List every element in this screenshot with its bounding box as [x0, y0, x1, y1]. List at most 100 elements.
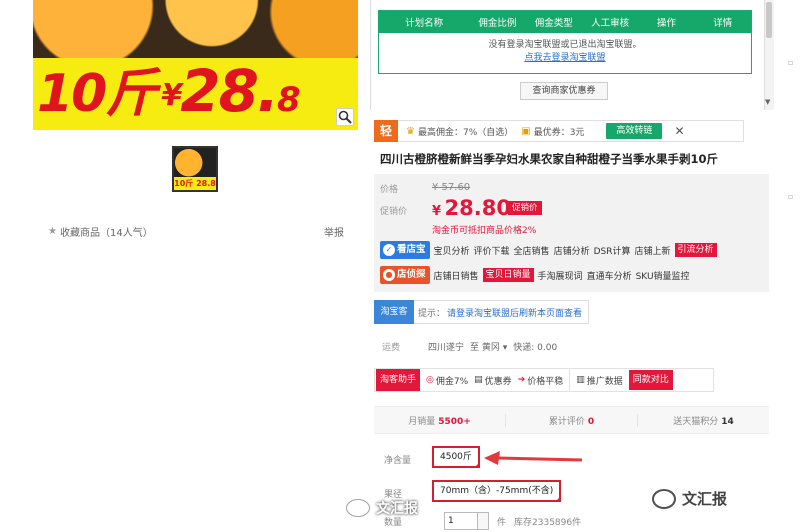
header-commission-type: 佣金类型: [534, 18, 573, 29]
page-right-edge: ▫ ▫: [780, 0, 800, 532]
selected-tick-icon: [555, 496, 562, 502]
arrow-right-icon: ➔: [517, 375, 526, 385]
net-weight-label: 净含量: [384, 456, 412, 466]
selected-tick-icon: [473, 462, 480, 468]
quantity-stepper[interactable]: [477, 512, 490, 530]
tool-review-download[interactable]: 评价下载: [474, 244, 510, 257]
kandianbao-badge[interactable]: ✓ 看店宝: [380, 241, 430, 259]
tool-sku-monitor[interactable]: SKU销量监控: [636, 269, 690, 282]
coupon-small-icon: ▤: [474, 375, 483, 385]
diandetective-label: 店侦探: [397, 269, 426, 280]
header-manual-review: 人工审核: [591, 18, 630, 29]
highest-commission: ♛ 最高佣金：7%（自选）: [406, 125, 513, 138]
product-thumbnail[interactable]: 10斤 28.8: [172, 146, 218, 192]
product-main-image[interactable]: 10斤 ¥28.8: [33, 0, 358, 130]
weibo-watermark: 文汇报: [346, 498, 418, 518]
promo-tag: 促销价: [508, 201, 542, 215]
commission-bar: 轻 ♛ 最高佣金：7%（自选） ▣ 最优券：3元 高效转链 ✕: [374, 120, 744, 142]
tool-shop-sales[interactable]: 全店销售: [514, 244, 550, 257]
login-alliance-link[interactable]: 点我去登录淘宝联盟: [379, 52, 751, 65]
tool-shop-daily-sales[interactable]: 店铺日销售: [434, 269, 479, 282]
promo-price-big: 28.: [180, 57, 279, 125]
stock-count: 库存2335896件: [514, 517, 582, 528]
fruit-size-value: 70mm（含）-75mm(不含): [440, 486, 554, 496]
quantity-unit: 件: [497, 517, 507, 528]
monthly-sales: 月销量 5500+: [374, 413, 506, 427]
thumbnail-caption: 10斤 28.8: [174, 177, 216, 190]
kandianbao-toolbar: ✓ 看店宝 宝贝分析 评价下载 全店销售 店铺分析 DSR计算 店铺上新 引流分…: [380, 241, 717, 259]
taojinbi-note: 淘金币可抵扣商品价格2%: [432, 226, 537, 236]
weibo-icon: [346, 499, 370, 517]
plugin-logo: 轻: [374, 120, 398, 142]
header-commission-rate: 佣金比例: [478, 18, 517, 29]
edge-mark-icon: ▫: [788, 58, 794, 67]
star-icon: ★: [48, 226, 57, 237]
shipping-destination[interactable]: 至 黄冈 ▾: [470, 340, 507, 353]
header-plan-name: 计划名称: [405, 18, 444, 29]
promo-price-small: 8: [277, 80, 301, 120]
tool-new-arrivals[interactable]: 店铺上新: [634, 244, 670, 257]
tmall-points-value: 14: [721, 416, 734, 427]
tool-search-words[interactable]: 手淘展现词: [538, 269, 583, 282]
watermark-right-text: 文汇报: [682, 490, 728, 508]
helper-coupon-text: 优惠券: [484, 376, 512, 387]
scrollbar-thumb[interactable]: [766, 2, 772, 38]
check-icon: ✓: [383, 244, 395, 256]
magnifier-icon[interactable]: [336, 108, 354, 126]
close-icon[interactable]: ✕: [674, 124, 684, 138]
quantity-input[interactable]: 1: [444, 512, 479, 530]
current-price-value: 28.80: [444, 196, 511, 220]
coupon-icon: ▣: [521, 125, 531, 137]
helper-commission[interactable]: ◎ 佣金7%: [426, 374, 468, 387]
scroll-down-icon[interactable]: ▼: [765, 98, 770, 106]
taoke-helper-button[interactable]: 淘客助手: [376, 369, 421, 391]
helper-promo-data[interactable]: ▥ 推广数据: [576, 374, 623, 387]
product-title: 四川古橙脐橙新鲜当季孕妇水果农家自种甜橙子当季水果手剥10斤: [380, 152, 718, 166]
tmall-points-label: 送天猫积分: [673, 416, 719, 427]
tool-baby-analysis[interactable]: 宝贝分析: [434, 244, 470, 257]
helper-coupon[interactable]: ▤ 优惠券: [474, 374, 512, 387]
tool-traffic-analysis[interactable]: 引流分析: [674, 243, 717, 257]
tmall-points: 送天猫积分 14: [638, 414, 769, 427]
monthly-sales-label: 月销量: [408, 416, 436, 427]
tool-shop-analysis[interactable]: 店铺分析: [554, 244, 590, 257]
tip-login-link[interactable]: 请登录淘宝联盟后刷新本页面查看: [447, 306, 582, 319]
edge-mark-icon: ▫: [788, 192, 794, 201]
empty-message: 没有登录淘宝联盟或已退出淘宝联盟。: [488, 40, 642, 50]
commission-table: 计划名称 佣金比例 佣金类型 人工审核 操作 详情 没有登录淘宝联盟或已退出淘宝…: [378, 10, 752, 74]
commission-table-body: 没有登录淘宝联盟或已退出淘宝联盟。 点我去登录淘宝联盟: [379, 33, 751, 73]
header-details: 详情: [713, 18, 733, 29]
tool-item-daily-sales[interactable]: 宝贝日销量: [482, 268, 534, 282]
current-price: ¥ 28.80: [432, 196, 511, 220]
divider: [569, 369, 571, 391]
tool-dsr-calc[interactable]: DSR计算: [594, 244, 631, 257]
highest-commission-text: 最高佣金：7%（自选）: [417, 127, 514, 138]
oranges-photo: [33, 0, 358, 60]
favorite-product[interactable]: ★ 收藏商品（14人气）: [48, 224, 153, 239]
tool-ztc-analysis[interactable]: 直通车分析: [587, 269, 632, 282]
compare-same-button[interactable]: 同款对比: [628, 370, 673, 390]
best-coupon-text: 最优券：3元: [533, 127, 585, 138]
helper-price-trend[interactable]: ➔ 价格平稳: [518, 374, 564, 387]
diandetective-badge[interactable]: ● 店侦探: [380, 266, 430, 284]
header-action: 操作: [656, 18, 676, 29]
review-count-label: 累计评价: [548, 416, 585, 427]
person-icon: ●: [383, 269, 395, 281]
promo-text: 10斤 ¥28.8: [37, 62, 301, 120]
watermark-left-text: 文汇报: [376, 501, 418, 517]
promo-price-label: 促销价: [380, 207, 408, 217]
tip-label: 提示：: [418, 308, 446, 319]
fruit-size-option[interactable]: 70mm（含）-75mm(不含): [432, 480, 562, 502]
net-weight-option[interactable]: 4500斤: [432, 446, 480, 468]
review-count[interactable]: 累计评价 0: [506, 413, 638, 427]
favorite-label: 收藏商品（14人气）: [59, 228, 153, 239]
annotation-arrow: [484, 451, 583, 465]
wechat-icon: [652, 488, 676, 509]
helper-commission-text: 佣金7%: [435, 376, 469, 387]
report-link[interactable]: 举报: [324, 224, 344, 239]
promo-weight: 10斤: [37, 64, 157, 124]
review-count-value: 0: [587, 416, 595, 427]
query-coupon-button[interactable]: 查询商家优惠券: [520, 82, 608, 100]
convert-link-button[interactable]: 高效转链: [606, 123, 663, 139]
shipping-express: 快递: 0.00: [513, 343, 558, 353]
